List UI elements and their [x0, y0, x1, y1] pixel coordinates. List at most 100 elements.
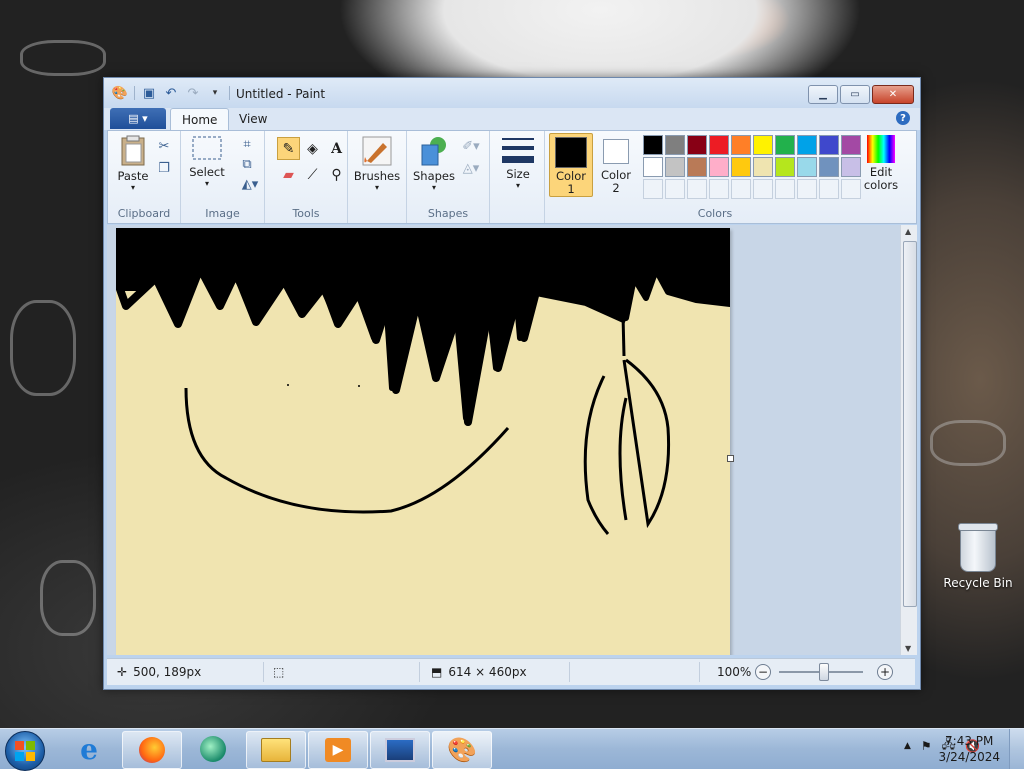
minimize-button[interactable]: ▁: [808, 85, 838, 104]
file-menu-button[interactable]: ▤ ▾: [110, 108, 166, 129]
resize-icon[interactable]: ⧉: [237, 155, 257, 173]
custom-color-slot[interactable]: [819, 179, 839, 199]
cut-icon[interactable]: ✂: [154, 137, 174, 155]
palette-swatch[interactable]: [665, 157, 685, 177]
redo-icon[interactable]: ↷: [185, 85, 201, 101]
shapes-button[interactable]: Shapes ▾: [413, 135, 455, 192]
fill-shape-icon[interactable]: ◬▾: [457, 159, 485, 177]
image-size-icon: ⬒: [431, 665, 443, 679]
palette-swatch[interactable]: [819, 157, 839, 177]
palette-swatch[interactable]: [731, 135, 751, 155]
palette-swatch[interactable]: [797, 135, 817, 155]
clock[interactable]: 7:43 PM 3/24/2024: [938, 733, 1000, 765]
remote-desktop-button[interactable]: [370, 731, 430, 769]
save-icon[interactable]: ▣: [141, 85, 157, 101]
palette-swatch[interactable]: [709, 135, 729, 155]
custom-color-slot[interactable]: [665, 179, 685, 199]
recycle-bin[interactable]: Recycle Bin: [940, 523, 1016, 590]
eraser-icon[interactable]: ▰: [277, 163, 300, 186]
size-icon: [502, 138, 534, 163]
scrollbar-thumb[interactable]: [903, 241, 917, 607]
title-bar[interactable]: 🎨 ▣ ↶ ↷ ▾ Untitled - Paint ▁ ▭ ✕: [104, 78, 920, 108]
paste-button[interactable]: Paste ▾: [114, 135, 152, 192]
color2-button[interactable]: Color 2: [595, 133, 637, 195]
palette-swatch[interactable]: [687, 157, 707, 177]
palette-swatch[interactable]: [643, 135, 663, 155]
palette-swatch[interactable]: [731, 157, 751, 177]
palette-swatch[interactable]: [709, 157, 729, 177]
edit-colors-icon: [867, 135, 895, 163]
text-icon[interactable]: A: [325, 137, 348, 160]
palette-swatch[interactable]: [775, 157, 795, 177]
canvas-workspace: [107, 225, 900, 655]
customize-qat-icon[interactable]: ▾: [207, 85, 223, 101]
wallpaper-pattern: [40, 560, 96, 636]
show-desktop-button[interactable]: [1009, 729, 1024, 769]
zoom-out-icon[interactable]: −: [755, 664, 771, 680]
action-center-flag-icon[interactable]: ⚑: [921, 739, 932, 753]
start-button[interactable]: [5, 731, 45, 771]
help-icon[interactable]: ?: [896, 111, 910, 125]
drawing-canvas[interactable]: [112, 225, 734, 655]
tab-view[interactable]: View: [228, 108, 278, 130]
scroll-up-icon[interactable]: ▲: [905, 227, 911, 236]
color1-button[interactable]: Color 1: [549, 133, 593, 197]
vertical-scrollbar[interactable]: ▲ ▼: [900, 225, 917, 655]
colors-group: Color 1 Color 2 Edit colors Colors: [545, 131, 915, 223]
palette-swatch[interactable]: [665, 135, 685, 155]
undo-icon[interactable]: ↶: [163, 85, 179, 101]
clipboard-group-label: Clipboard: [117, 207, 171, 220]
custom-color-slot[interactable]: [731, 179, 751, 199]
fill-icon[interactable]: ◈: [301, 137, 324, 160]
paint-taskbar-button[interactable]: 🎨: [432, 731, 492, 769]
close-button[interactable]: ✕: [872, 85, 914, 104]
scroll-down-icon[interactable]: ▼: [905, 644, 911, 653]
custom-color-slot[interactable]: [797, 179, 817, 199]
magnifier-icon[interactable]: ⚲: [325, 163, 348, 186]
color-picker-icon[interactable]: ⟋: [301, 163, 324, 186]
palette-swatch[interactable]: [819, 135, 839, 155]
palette-swatch[interactable]: [753, 135, 773, 155]
palette-swatch[interactable]: [797, 157, 817, 177]
brushes-button[interactable]: Brushes ▾: [354, 135, 400, 192]
zoom-slider-thumb[interactable]: [819, 663, 829, 681]
copy-icon[interactable]: ❐: [154, 159, 174, 177]
pencil-icon[interactable]: ✎: [277, 137, 300, 160]
custom-color-slot[interactable]: [643, 179, 663, 199]
cursor-position-icon: ✛: [117, 665, 128, 679]
maximize-button[interactable]: ▭: [840, 85, 870, 104]
tab-home[interactable]: Home: [170, 108, 230, 131]
crop-icon[interactable]: ⌗: [237, 135, 257, 153]
paint-app-icon[interactable]: 🎨: [112, 85, 128, 101]
select-button[interactable]: Select ▾: [187, 135, 227, 188]
status-separator: [569, 662, 570, 682]
edit-colors-button[interactable]: Edit colors: [857, 135, 905, 192]
firefox-button[interactable]: [122, 731, 182, 769]
brushes-icon: [362, 136, 392, 166]
recycle-bin-label: Recycle Bin: [943, 576, 1013, 590]
palette-swatch[interactable]: [687, 135, 707, 155]
brushes-group: Brushes ▾: [348, 131, 407, 223]
custom-color-slot[interactable]: [709, 179, 729, 199]
custom-color-slot[interactable]: [687, 179, 707, 199]
custom-color-slot[interactable]: [753, 179, 773, 199]
file-explorer-button[interactable]: [246, 731, 306, 769]
zoom-in-icon[interactable]: +: [877, 664, 893, 680]
paste-icon: [121, 135, 145, 166]
status-bar: ✛ 500, 189px ⬚ ⬒ 614 × 460px 100% − +: [107, 658, 915, 685]
window-title: Untitled - Paint: [236, 87, 326, 101]
palette-swatch[interactable]: [753, 157, 773, 177]
rotate-icon[interactable]: ◭▾: [237, 175, 263, 193]
canvas-resize-handle[interactable]: [727, 455, 734, 462]
size-button[interactable]: Size ▾: [498, 135, 538, 190]
palette-swatch[interactable]: [643, 157, 663, 177]
palette-swatch[interactable]: [775, 135, 795, 155]
internet-explorer-button[interactable]: e: [60, 731, 118, 767]
outline-icon[interactable]: ✐▾: [457, 137, 485, 155]
image-group-label: Image: [205, 207, 240, 220]
media-app-button[interactable]: [184, 731, 242, 767]
media-player-button[interactable]: ▶: [308, 731, 368, 769]
tools-group: ✎ ◈ A ▰ ⟋ ⚲ Tools: [265, 131, 348, 223]
show-hidden-icons[interactable]: ▲: [904, 741, 911, 751]
custom-color-slot[interactable]: [775, 179, 795, 199]
